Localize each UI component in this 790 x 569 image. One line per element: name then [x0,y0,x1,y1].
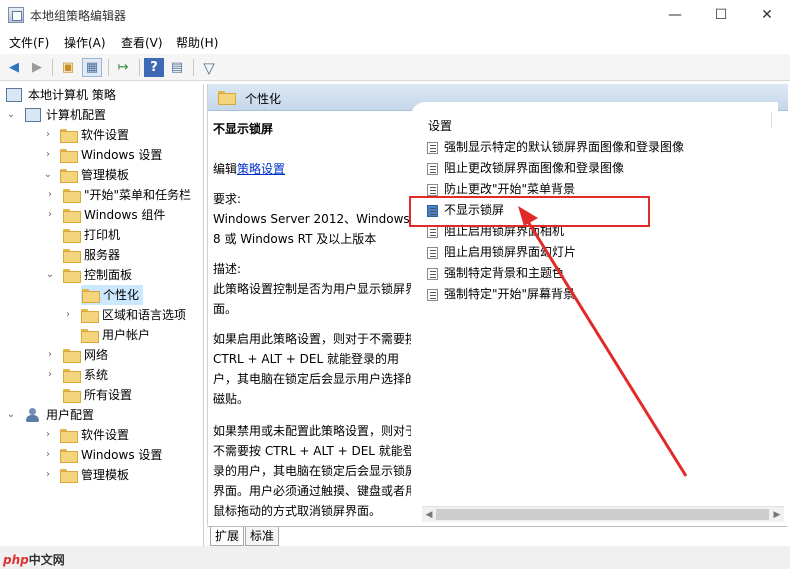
settings-column-header[interactable]: 设置 [428,117,452,134]
tree-item-personalization[interactable]: 个性化 [81,285,143,305]
folder-icon [63,249,81,263]
menu-help[interactable]: 帮助(H) [176,34,218,51]
folder-icon [63,209,81,223]
toolbar-separator [139,59,140,76]
folder-icon [218,91,236,105]
folder-icon [63,269,81,283]
toolbar-separator [193,59,194,76]
chevron-right-icon[interactable]: › [43,125,53,145]
folder-icon [81,309,99,323]
toolbar: ◀ ▶ ▣ ▦ ↦ ? ▤ ▽ [0,54,790,81]
menu-bar: 文件(F) 操作(A) 查看(V) 帮助(H) [0,31,790,53]
watermark: php中文网 [3,553,65,567]
toolbar-separator [108,59,109,76]
menu-view[interactable]: 查看(V) [121,34,163,51]
maximize-button[interactable]: ☐ [698,0,744,31]
policy-setting-icon [427,226,438,238]
settings-list: 设置 强制显示特定的默认锁屏界面图像和登录图像 阻止更改锁屏界面图像和登录图像 … [411,102,778,522]
title-bar: 本地组策略编辑器 — ☐ ✕ [0,0,790,31]
folder-icon [60,429,78,443]
scroll-right-icon[interactable]: ▶ [770,508,784,522]
chevron-right-icon[interactable]: › [45,345,55,365]
tab-standard[interactable]: 标准 [245,527,280,546]
folder-icon [81,329,99,343]
enabled-text: 如果启用此策略设置，则对于不需要按 CTRL + ALT + DEL 就能登录的… [213,332,418,406]
chevron-down-icon[interactable]: ⌄ [6,105,16,125]
minimize-button[interactable]: — [652,0,698,31]
policy-setting-icon [427,184,438,196]
computer-icon [25,108,41,122]
description-label: 描述: [213,262,242,276]
forward-icon[interactable]: ▶ [27,58,47,77]
policy-description: 不显示锁屏 编辑策略设置 要求: Windows Server 2012、Win… [213,119,418,519]
chevron-right-icon[interactable]: › [43,445,53,465]
policy-setting-icon [427,142,438,154]
menu-file[interactable]: 文件(F) [9,34,49,51]
chevron-down-icon[interactable]: ⌄ [43,165,53,185]
chevron-right-icon[interactable]: › [43,465,53,485]
show-hide-tree-icon[interactable]: ▦ [82,58,102,77]
status-bar: php中文网 [0,546,790,569]
menu-action[interactable]: 操作(A) [64,34,106,51]
policy-document-icon [6,88,22,102]
folder-icon [63,349,81,363]
requirements-text: Windows Server 2012、Windows 8 或 Windows … [213,212,410,246]
highlight-box [409,196,650,227]
policy-tree: 本地计算机 策略 ⌄ 计算机配置 › 软件设置 › Windows 设置 ⌄ 管… [1,84,204,569]
policy-setting-icon [427,289,438,301]
up-folder-icon[interactable]: ▣ [58,58,78,77]
folder-icon [60,449,78,463]
properties-icon[interactable]: ▤ [167,58,187,77]
requirements-label: 要求: [213,192,242,206]
folder-icon [63,189,81,203]
edit-policy-link[interactable]: 策略设置 [237,162,285,176]
disabled-text: 如果禁用或未配置此策略设置，则对于不需要按 CTRL + ALT + DEL 就… [213,424,418,518]
scroll-left-icon[interactable]: ◀ [422,508,436,522]
policy-title: 不显示锁屏 [213,122,274,136]
horizontal-scrollbar[interactable]: ◀ ▶ [422,506,784,522]
vertical-scrollbar[interactable] [771,112,785,128]
view-tabs: 扩展 标准 [207,526,787,546]
export-list-icon[interactable]: ↦ [113,58,133,77]
chevron-right-icon[interactable]: › [45,205,55,225]
chevron-right-icon[interactable]: › [43,145,53,165]
tab-expanded[interactable]: 扩展 [210,527,245,546]
pane-title: 个性化 [245,92,282,106]
folder-icon [63,229,81,243]
edit-prefix: 编辑 [213,162,238,176]
group-policy-editor-icon [8,7,24,23]
folder-icon [60,169,78,183]
edit-policy-line: 编辑策略设置 [213,159,285,179]
window-title: 本地组策略编辑器 [30,9,127,23]
policy-setting-icon [427,247,438,259]
details-pane: 个性化 不显示锁屏 编辑策略设置 要求: Windows Server 2012… [207,84,788,525]
folder-icon [82,289,100,303]
close-button[interactable]: ✕ [744,0,790,31]
chevron-right-icon[interactable]: › [45,365,55,385]
help-icon[interactable]: ? [144,58,164,77]
filter-icon[interactable]: ▽ [199,58,219,77]
back-icon[interactable]: ◀ [4,58,24,77]
chevron-down-icon[interactable]: ⌄ [6,405,16,425]
folder-icon [63,389,81,403]
folder-icon [60,129,78,143]
policy-setting-icon [427,163,438,175]
folder-icon [60,149,78,163]
folder-icon [63,369,81,383]
chevron-right-icon[interactable]: › [43,425,53,445]
chevron-right-icon[interactable]: › [45,185,55,205]
policy-setting-icon [427,268,438,280]
user-icon [25,408,41,423]
chevron-right-icon[interactable]: › [63,305,73,325]
chevron-down-icon[interactable]: ⌄ [45,265,55,285]
description-text: 此策略设置控制是否为用户显示锁屏界面。 [213,282,418,316]
toolbar-separator [52,59,53,76]
scrollbar-thumb[interactable] [436,509,769,520]
folder-icon [60,469,78,483]
